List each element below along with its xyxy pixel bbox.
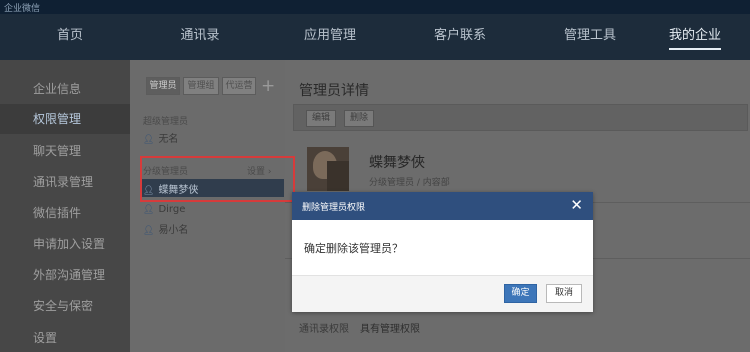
edit-button[interactable]: 编辑 [306,110,336,127]
dialog-header: 删除管理员权限 ✕ [292,192,593,220]
tab-admin-groups[interactable]: 管理组 [183,77,219,95]
nav-my-company[interactable]: 我的企业 [640,14,750,60]
contacts-permission-value: 具有管理权限 [360,324,420,335]
user-icon: 👤︎ [143,205,155,215]
sub-admin-item[interactable]: 👤︎ Dirge [143,204,185,215]
nav-home[interactable]: 首页 [15,14,125,60]
sidebar-item-chat[interactable]: 聊天管理 [0,136,130,166]
nav-contacts[interactable]: 通讯录 [145,14,255,60]
cancel-button[interactable]: 取消 [546,284,582,303]
sidebar-item-external-comm[interactable]: 外部沟通管理 [0,260,130,290]
sidebar-item-company-info[interactable]: 企业信息 [0,74,130,104]
sub-admin-item[interactable]: 👤︎ 易小名 [143,221,188,236]
add-admin-icon[interactable]: + [261,77,275,95]
dialog-title: 删除管理员权限 [302,203,366,213]
super-admin-item[interactable]: 👤︎ 无名 [143,130,178,145]
app-logo: 企业微信 [4,4,41,14]
dialog-footer: 确定 取消 [292,275,593,312]
user-icon: 👤︎ [143,226,155,236]
tab-agency[interactable]: 代运营 [222,77,256,95]
sidebar-item-security[interactable]: 安全与保密 [0,291,130,321]
sidebar-item-wechat-plugin[interactable]: 微信插件 [0,198,130,228]
nav-tools[interactable]: 管理工具 [535,14,645,60]
sidebar: 企业信息 权限管理 聊天管理 通讯录管理 微信插件 申请加入设置 外部沟通管理 … [0,60,130,352]
admin-list-panel: 管理员 管理组 代运营 + 超级管理员 👤︎ 无名 分级管理员 设置 › 👤︎ 蝶舞… [130,60,285,352]
admin-name: 蝶舞梦俠 [369,155,425,171]
avatar [307,147,349,191]
detail-toolbar: 编辑 删除 [293,104,748,131]
page-title: 管理员详情 [299,83,369,99]
delete-admin-dialog: 删除管理员权限 ✕ 确定删除该管理员？ 确定 取消 [292,192,593,312]
delete-button[interactable]: 删除 [344,110,374,127]
contacts-permission-label: 通讯录权限 [299,324,349,335]
nav-customer[interactable]: 客户联系 [405,14,515,60]
close-icon[interactable]: ✕ [570,195,583,215]
sidebar-item-permissions[interactable]: 权限管理 [0,104,130,134]
user-icon: 👤︎ [143,135,155,145]
top-bar: 企业微信 [0,0,750,14]
highlight-box [140,156,295,202]
confirm-button[interactable]: 确定 [504,284,537,303]
admin-role: 分级管理员 / 内容部 [369,178,450,188]
sidebar-item-settings[interactable]: 设置 [0,323,130,352]
nav-apps[interactable]: 应用管理 [275,14,385,60]
super-admin-group-label: 超级管理员 [143,117,189,127]
sidebar-item-contacts[interactable]: 通讯录管理 [0,167,130,197]
dialog-message: 确定删除该管理员？ [304,242,403,255]
main-nav: 首页 通讯录 应用管理 客户联系 管理工具 我的企业 [0,14,750,60]
sidebar-item-join-settings[interactable]: 申请加入设置 [0,229,130,259]
tab-admins[interactable]: 管理员 [146,77,180,95]
